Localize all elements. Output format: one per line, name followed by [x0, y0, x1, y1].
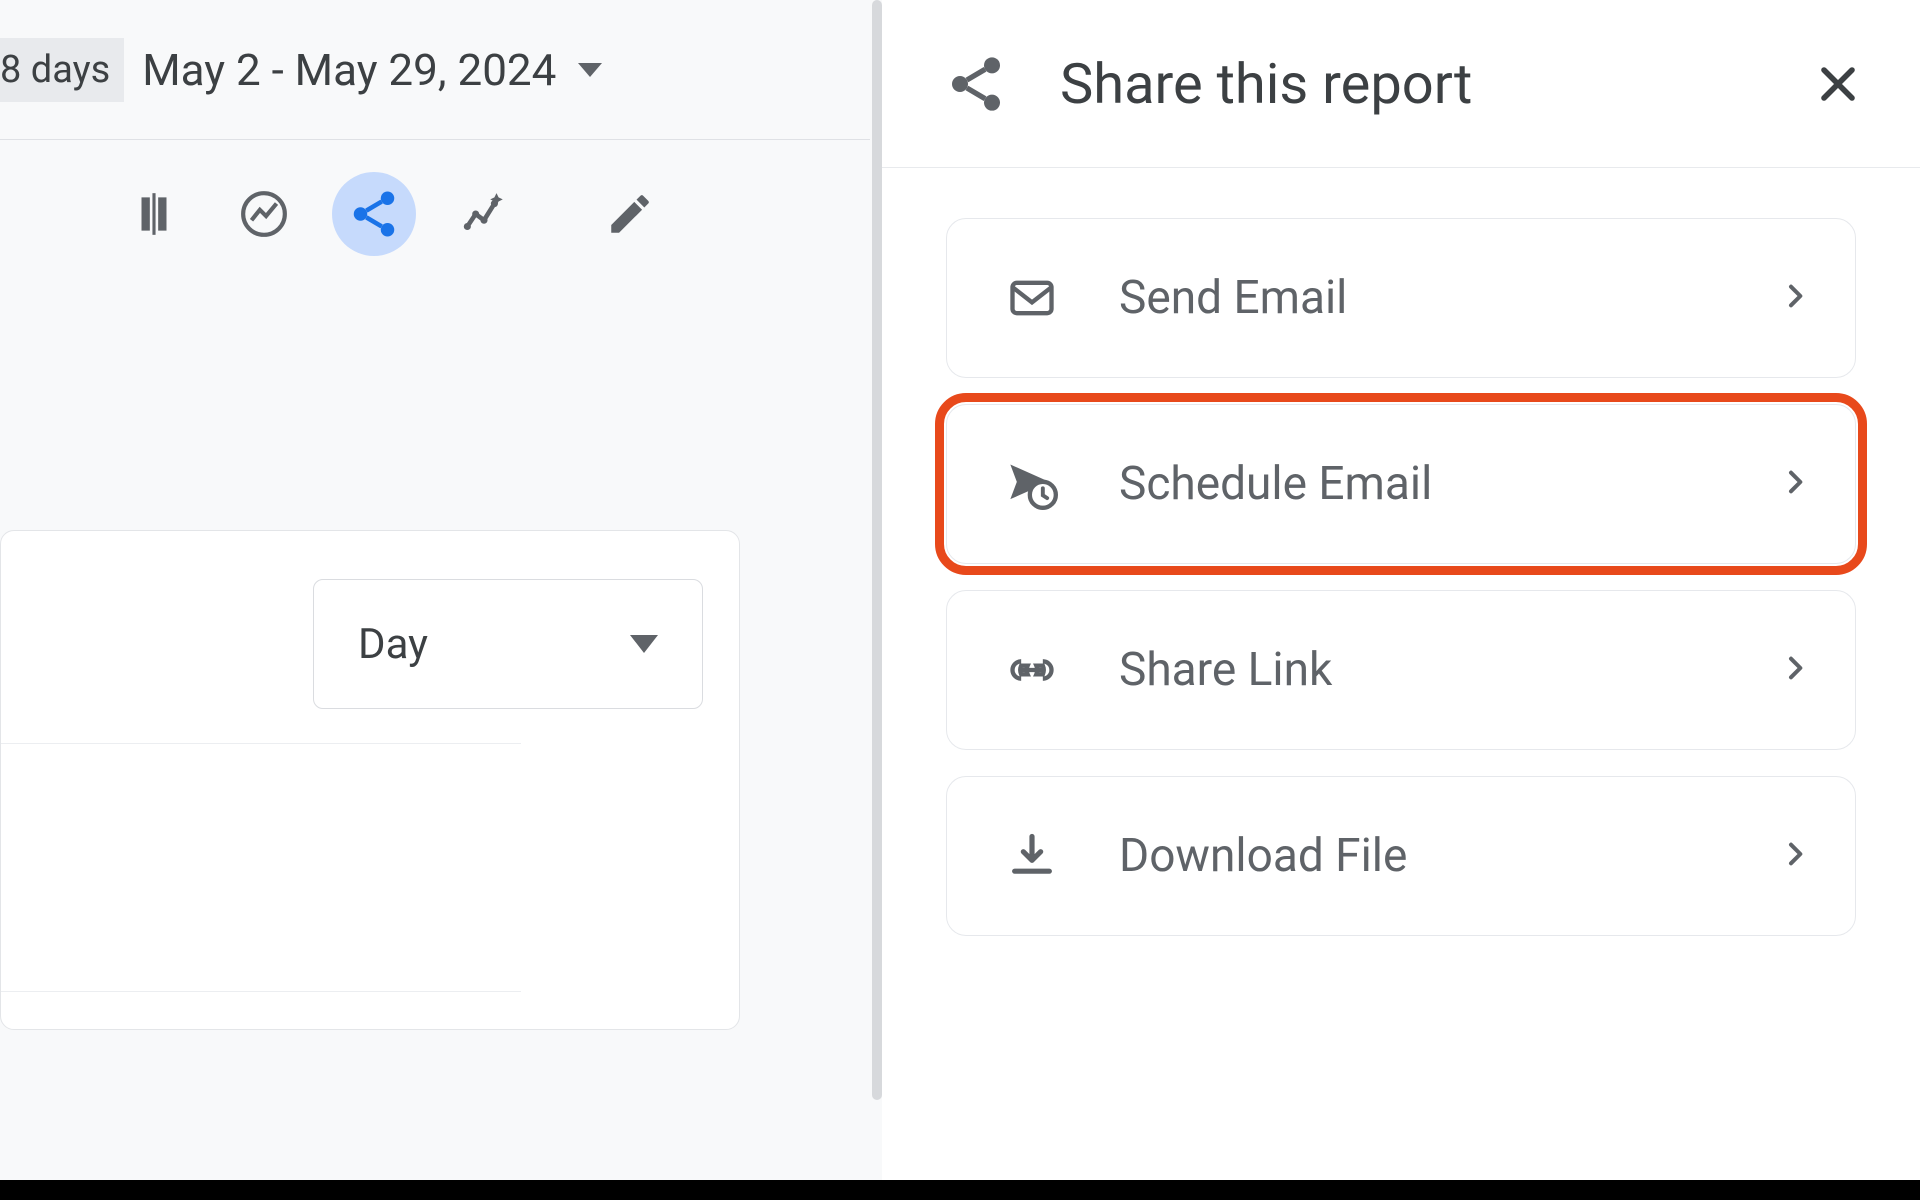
link-icon: [1001, 644, 1063, 696]
date-range-text: May 2 - May 29, 2024: [142, 44, 556, 96]
option-label: Schedule Email: [1119, 457, 1779, 511]
chevron-right-icon: [1779, 652, 1811, 688]
option-label: Send Email: [1119, 271, 1779, 325]
trend-circle-icon: [239, 189, 289, 239]
compare-button[interactable]: [112, 172, 196, 256]
granularity-label: Day: [358, 620, 428, 669]
panel-resize-handle[interactable]: [872, 0, 882, 1100]
share-icon: [347, 187, 401, 241]
share-link-option[interactable]: Share Link: [946, 590, 1856, 750]
schedule-send-icon: [1001, 458, 1063, 510]
pencil-icon: [605, 189, 655, 239]
granularity-dropdown[interactable]: Day: [313, 579, 703, 709]
dropdown-caret-icon: [630, 635, 658, 653]
card-divider: [1, 991, 521, 992]
card-divider: [1, 743, 521, 744]
date-range-picker[interactable]: May 2 - May 29, 2024: [142, 44, 602, 96]
sparkle-trend-icon: [459, 189, 509, 239]
send-email-option[interactable]: Send Email: [946, 218, 1856, 378]
chart-card: Day: [0, 530, 740, 1030]
share-panel: Share this report Send Email Schedule Em…: [882, 0, 1920, 1200]
share-options-list: Send Email Schedule Email Share Link: [882, 168, 1920, 936]
close-icon: [1814, 60, 1862, 108]
dropdown-caret-icon: [578, 63, 602, 77]
date-range-bar: 8 days May 2 - May 29, 2024: [0, 0, 870, 140]
explore-button[interactable]: [442, 172, 526, 256]
schedule-email-option[interactable]: Schedule Email: [946, 404, 1856, 564]
close-button[interactable]: [1800, 46, 1876, 122]
download-icon: [1001, 830, 1063, 882]
share-icon: [944, 52, 1008, 116]
insights-button[interactable]: [222, 172, 306, 256]
option-label: Download File: [1119, 829, 1779, 883]
mail-icon: [1001, 272, 1063, 324]
chevron-right-icon: [1779, 466, 1811, 502]
share-panel-header: Share this report: [882, 0, 1920, 168]
share-button[interactable]: [332, 172, 416, 256]
share-panel-title: Share this report: [1060, 51, 1800, 117]
download-file-option[interactable]: Download File: [946, 776, 1856, 936]
compare-icon: [129, 189, 179, 239]
main-content: 8 days May 2 - May 29, 2024: [0, 0, 870, 1200]
days-count-chip: 8 days: [0, 38, 124, 102]
bottom-bar: [0, 1180, 1920, 1200]
report-toolbar: [0, 140, 870, 256]
chevron-right-icon: [1779, 280, 1811, 316]
chevron-right-icon: [1779, 838, 1811, 874]
option-label: Share Link: [1119, 643, 1779, 697]
edit-button[interactable]: [588, 172, 672, 256]
